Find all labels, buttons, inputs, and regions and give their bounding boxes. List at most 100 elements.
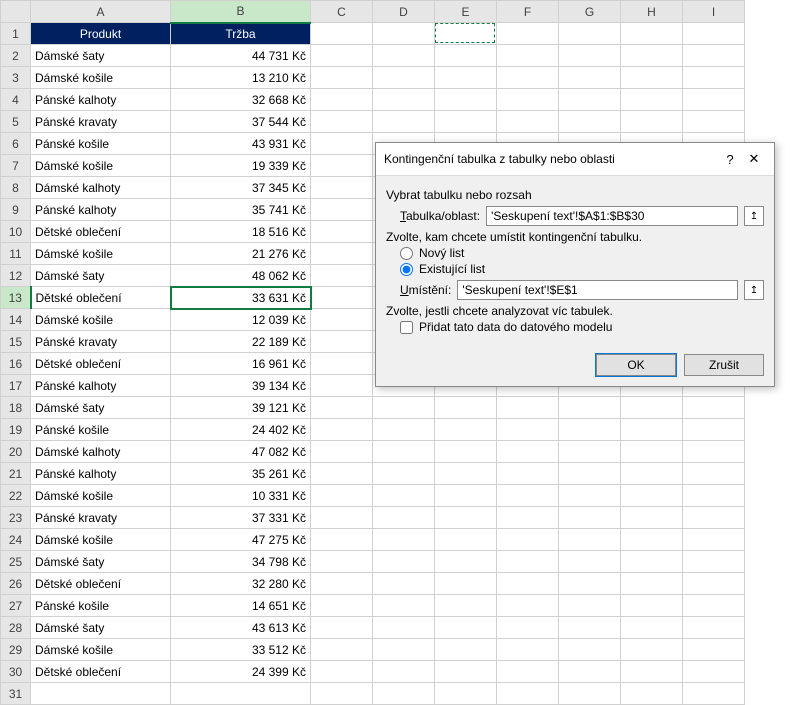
row-header[interactable]: 26	[1, 573, 31, 595]
cell[interactable]	[497, 419, 559, 441]
cell[interactable]	[311, 23, 373, 45]
cell[interactable]	[683, 463, 745, 485]
cell[interactable]	[559, 617, 621, 639]
cell[interactable]	[559, 661, 621, 683]
row-header[interactable]: 30	[1, 661, 31, 683]
column-header[interactable]: G	[559, 1, 621, 23]
cell[interactable]	[311, 221, 373, 243]
cell[interactable]: Dámské šaty	[31, 45, 171, 67]
cell[interactable]	[373, 67, 435, 89]
cell[interactable]: 39 134 Kč	[171, 375, 311, 397]
cell[interactable]	[559, 67, 621, 89]
column-header[interactable]: C	[311, 1, 373, 23]
cell[interactable]	[497, 507, 559, 529]
row-header[interactable]: 3	[1, 67, 31, 89]
cell[interactable]	[435, 23, 497, 45]
cell[interactable]	[621, 617, 683, 639]
cell[interactable]	[497, 23, 559, 45]
row-header[interactable]: 27	[1, 595, 31, 617]
cell[interactable]	[311, 265, 373, 287]
cell[interactable]	[497, 441, 559, 463]
cell[interactable]	[683, 617, 745, 639]
cell[interactable]	[311, 133, 373, 155]
cell[interactable]: 34 798 Kč	[171, 551, 311, 573]
cell[interactable]	[497, 639, 559, 661]
cell[interactable]	[683, 683, 745, 705]
cell[interactable]: Dámské kalhoty	[31, 441, 171, 463]
cell[interactable]	[311, 243, 373, 265]
row-header[interactable]: 8	[1, 177, 31, 199]
cell[interactable]	[559, 595, 621, 617]
cell[interactable]: 37 331 Kč	[171, 507, 311, 529]
cell[interactable]: 14 651 Kč	[171, 595, 311, 617]
cell[interactable]	[559, 639, 621, 661]
cell[interactable]	[621, 463, 683, 485]
cell[interactable]: Tržba	[171, 23, 311, 45]
cell[interactable]	[621, 529, 683, 551]
cell[interactable]: Dámské kalhoty	[31, 177, 171, 199]
cell[interactable]: 19 339 Kč	[171, 155, 311, 177]
cell[interactable]	[683, 111, 745, 133]
cell[interactable]	[621, 89, 683, 111]
cell[interactable]	[171, 683, 311, 705]
cell[interactable]	[497, 89, 559, 111]
cell[interactable]	[621, 111, 683, 133]
cell[interactable]	[435, 639, 497, 661]
cell[interactable]: 37 544 Kč	[171, 111, 311, 133]
row-header[interactable]: 23	[1, 507, 31, 529]
new-sheet-radio[interactable]	[400, 247, 413, 260]
cell[interactable]: 22 189 Kč	[171, 331, 311, 353]
column-header[interactable]: D	[373, 1, 435, 23]
cell[interactable]: 44 731 Kč	[171, 45, 311, 67]
cell[interactable]	[311, 617, 373, 639]
cell[interactable]	[311, 551, 373, 573]
cell[interactable]: 18 516 Kč	[171, 221, 311, 243]
cell[interactable]: Dámské košile	[31, 529, 171, 551]
row-header[interactable]: 14	[1, 309, 31, 331]
cell[interactable]	[559, 551, 621, 573]
cell[interactable]	[435, 441, 497, 463]
cell[interactable]	[559, 573, 621, 595]
cell[interactable]	[683, 639, 745, 661]
row-header[interactable]: 9	[1, 199, 31, 221]
cell[interactable]: 47 275 Kč	[171, 529, 311, 551]
cell[interactable]: Dámské šaty	[31, 265, 171, 287]
cell[interactable]	[435, 507, 497, 529]
cell[interactable]: Dámské košile	[31, 67, 171, 89]
cell[interactable]	[311, 529, 373, 551]
row-header[interactable]: 18	[1, 397, 31, 419]
column-header[interactable]: H	[621, 1, 683, 23]
cell[interactable]	[621, 419, 683, 441]
cell[interactable]	[373, 595, 435, 617]
column-header[interactable]: I	[683, 1, 745, 23]
cell[interactable]	[311, 441, 373, 463]
row-header[interactable]: 28	[1, 617, 31, 639]
cell[interactable]	[311, 287, 373, 309]
cell[interactable]	[621, 661, 683, 683]
cell[interactable]	[683, 419, 745, 441]
row-header[interactable]: 12	[1, 265, 31, 287]
cell[interactable]	[435, 683, 497, 705]
cell[interactable]	[497, 573, 559, 595]
cell[interactable]: Pánské kalhoty	[31, 463, 171, 485]
cell[interactable]: 43 613 Kč	[171, 617, 311, 639]
cell[interactable]: 13 210 Kč	[171, 67, 311, 89]
cell[interactable]	[559, 507, 621, 529]
cell[interactable]	[311, 45, 373, 67]
cell[interactable]	[311, 67, 373, 89]
cell[interactable]	[373, 89, 435, 111]
cell[interactable]	[559, 463, 621, 485]
cell[interactable]: Pánské košile	[31, 419, 171, 441]
cell[interactable]	[311, 661, 373, 683]
cell[interactable]	[435, 111, 497, 133]
cell[interactable]	[683, 441, 745, 463]
column-header[interactable]: E	[435, 1, 497, 23]
cell[interactable]: 32 668 Kč	[171, 89, 311, 111]
cell[interactable]: Dámské šaty	[31, 617, 171, 639]
row-header[interactable]: 31	[1, 683, 31, 705]
cell[interactable]	[621, 67, 683, 89]
row-header[interactable]: 13	[1, 287, 31, 309]
cell[interactable]: Dámské košile	[31, 155, 171, 177]
cell[interactable]	[311, 419, 373, 441]
cell[interactable]	[373, 419, 435, 441]
